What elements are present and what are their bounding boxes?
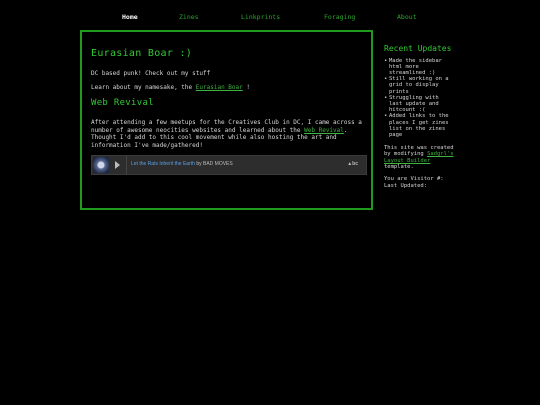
update-item: Struggling with last update and hitcount… xyxy=(384,95,454,114)
learn-prefix: Learn about my namesake, the xyxy=(91,84,193,91)
updates-list: Made the sidebar html more streamlined :… xyxy=(384,58,454,139)
update-item: Added links to the places I get zines li… xyxy=(384,113,454,138)
song-title[interactable]: Let the Rats Inherit the Earth xyxy=(131,161,195,167)
credit-suffix: template. xyxy=(384,164,414,171)
update-item: Made the sidebar html more streamlined :… xyxy=(384,58,454,77)
player-divider xyxy=(126,156,127,174)
nav-foraging[interactable]: Foraging xyxy=(324,13,355,21)
credit-text: This site was created by modifying Sadgr… xyxy=(384,145,454,170)
revival-paragraph: After attending a few meetups for the Cr… xyxy=(91,119,366,149)
visitor-counter: You are Visitor #: xyxy=(384,176,444,183)
last-updated: Last Updated: xyxy=(384,182,428,189)
section-title-web-revival: Web Revival xyxy=(91,98,154,108)
main-content-box: Eurasian Boar :) DC based punk! Check ou… xyxy=(80,30,373,210)
learn-line: Learn about my namesake, the Eurasian Bo… xyxy=(91,84,366,92)
nav-linkprints[interactable]: Linkprints xyxy=(241,13,280,21)
bandcamp-player[interactable]: Let the Rats Inherit the Earth by BAD MO… xyxy=(91,155,367,175)
nav-zines[interactable]: Zines xyxy=(179,13,199,21)
bandcamp-logo-text: bc xyxy=(352,161,358,167)
nav-about[interactable]: About xyxy=(397,13,417,21)
eurasian-boar-link[interactable]: Eurasian Boar xyxy=(196,84,243,91)
intro-text: DC based punk! Check out my stuff xyxy=(91,70,211,77)
track-info: Let the Rats Inherit the Earth by BAD MO… xyxy=(131,161,233,167)
by-label: by xyxy=(196,161,202,167)
artist-name[interactable]: BAD MOVES xyxy=(203,161,233,167)
sidebar-title: Recent Updates xyxy=(384,44,452,53)
update-item: Still working on a grid to display print… xyxy=(384,76,454,95)
play-icon[interactable] xyxy=(115,161,120,169)
learn-suffix: ! xyxy=(246,84,250,91)
album-art xyxy=(93,157,109,173)
sidebar: Recent Updates Made the sidebar html mor… xyxy=(384,44,454,189)
page-title: Eurasian Boar :) xyxy=(91,48,193,59)
web-revival-link[interactable]: Web Revival xyxy=(304,127,344,134)
top-nav: Home Zines Linkprints Foraging About xyxy=(0,13,540,23)
nav-home[interactable]: Home xyxy=(122,13,138,21)
bandcamp-logo-icon[interactable]: ▲bc xyxy=(347,161,358,167)
